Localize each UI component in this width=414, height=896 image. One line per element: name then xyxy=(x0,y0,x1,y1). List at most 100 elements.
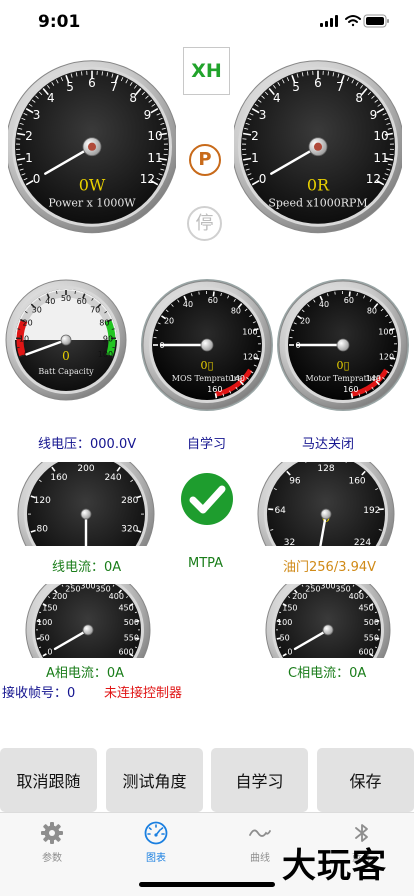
self-learn-status: 自学习 xyxy=(187,437,227,452)
gauge-tick-label: 12 xyxy=(140,172,155,186)
gauge-tick-label: 120 xyxy=(379,352,394,361)
gauge-hub xyxy=(320,508,332,520)
park-button[interactable]: P xyxy=(189,144,221,176)
gauge-caption: Motor Temprature xyxy=(305,374,380,383)
gauge-tick-label: 500 xyxy=(364,618,379,627)
cancel-follow-button[interactable]: 取消跟随 xyxy=(0,748,97,812)
gauge-tick-label: 150 xyxy=(282,604,297,613)
gauge-tick-label: 320 xyxy=(121,524,138,534)
gauge-tick-label: 30 xyxy=(32,306,42,315)
gauge-tick-label: 100 xyxy=(378,327,393,336)
gauge-tick-label: 11 xyxy=(373,151,388,165)
gauge-hub xyxy=(80,508,92,520)
gauge-tick-label: 100 xyxy=(98,350,113,359)
gauge-tick-label: 160 xyxy=(50,473,67,483)
gauge-tick-label: 90 xyxy=(103,334,113,343)
gauge-tick-label: 400 xyxy=(349,592,364,601)
power-gauge: 0 1 2 3 4 5 6 7 8 9 10 11 12 0W Power x 1000W xyxy=(8,46,176,236)
tab-parameters[interactable]: 参数 xyxy=(0,813,104,873)
tab-charts[interactable]: 图表 xyxy=(104,813,208,873)
status-bar: 9:01 xyxy=(0,0,414,44)
gauge-tick-label: 600 xyxy=(358,648,373,657)
watermark: 大玩客 xyxy=(282,846,387,886)
gauge-tick-label: 8 xyxy=(129,91,137,105)
test-angle-button[interactable]: 测试角度 xyxy=(106,748,203,812)
gauge-tick-label: 32 xyxy=(284,538,295,546)
gauge-tick-label: 0 xyxy=(259,172,267,186)
action-bar: 取消跟随 测试角度 自学习 保存 xyxy=(0,748,414,812)
gauge-tick-label: 60 xyxy=(344,296,354,305)
mode-label: MTPA xyxy=(188,556,224,571)
gauge-tick-label: 500 xyxy=(124,618,139,627)
check-icon xyxy=(181,473,233,525)
stop-button[interactable]: 停 xyxy=(187,206,222,241)
gauge-tick-label: 450 xyxy=(118,604,133,613)
gauge-value: 0W xyxy=(79,176,106,195)
gauge-tick-label: 80 xyxy=(99,319,109,328)
gauge-tick-label: 70 xyxy=(90,306,100,315)
gauge-tick-label: 10 xyxy=(147,129,162,143)
gauge-tick-label: 3 xyxy=(33,108,41,122)
gauge-tick-label: 280 xyxy=(121,496,138,506)
gauge-tick-label: 11 xyxy=(147,151,162,165)
gauge-tick-label: 20 xyxy=(300,317,310,326)
gauge-tick-label: 128 xyxy=(317,464,334,474)
gauge-tick-label: 100 xyxy=(242,327,257,336)
gauge-tick-label: 2 xyxy=(25,129,33,143)
gauge-value: 0R xyxy=(307,176,330,195)
wave-icon xyxy=(249,829,271,837)
gauge-tick-label: 60 xyxy=(77,297,87,306)
brand-logo: XH xyxy=(183,47,230,95)
gauge-tick-label: 2 xyxy=(251,129,259,143)
gauge-tick-label: 224 xyxy=(354,538,371,546)
gauge-value: 0▯ xyxy=(200,359,213,372)
frame-count-label: 接收帧号：0 xyxy=(2,686,76,701)
gauge-hub xyxy=(336,338,350,352)
gauge-tick-label: 50 xyxy=(61,294,71,303)
save-button[interactable]: 保存 xyxy=(317,748,414,812)
tab-label: 参数 xyxy=(42,853,62,864)
gauge-tick-label: 120 xyxy=(34,496,51,506)
gauge-tick-label: 20 xyxy=(164,317,174,326)
gauge-tick-label: 80 xyxy=(367,306,377,315)
gauge-tick-label: 5 xyxy=(292,80,300,94)
line-voltage-label: 线电压：000.0V xyxy=(38,437,137,452)
gauge-tick-label: 300 xyxy=(320,584,335,591)
gauge-tick-label: 6 xyxy=(88,76,96,90)
gauge-tick-label: 192 xyxy=(363,506,380,516)
gauge-tick-label: 160 xyxy=(343,385,358,394)
gauge-tick-label: 7 xyxy=(336,80,344,94)
gauge-tick-label: 300 xyxy=(80,584,95,591)
gauge-tick-label: 1 xyxy=(251,151,259,165)
gauge-tick-label: 50 xyxy=(40,633,50,642)
gauge-tick-label: 10 xyxy=(373,129,388,143)
tab-label: 图表 xyxy=(146,853,166,864)
gauge-tick-label: 450 xyxy=(358,604,373,613)
dashboard-icon xyxy=(144,821,168,845)
line-voltage-gauge: 04080120160200240280320360400 xyxy=(16,462,156,546)
phase-a-current-label: A相电流：0A xyxy=(46,666,125,681)
gauge-tick-label: 250 xyxy=(305,584,320,593)
gauge-tick-label: 0 xyxy=(33,172,41,186)
gauge-tick-label: 4 xyxy=(47,91,55,105)
battery-icon xyxy=(363,14,389,28)
gauge-tick-label: 80 xyxy=(231,306,241,315)
self-learn-button[interactable]: 自学习 xyxy=(211,748,308,812)
gauge-tick-label: 100 xyxy=(37,618,52,627)
motor-status: 马达关闭 xyxy=(302,437,355,452)
gauge-tick-label: 550 xyxy=(124,633,139,642)
line-current-label: 线电流：0A xyxy=(52,560,122,575)
gauge-tick-label: 40 xyxy=(319,300,329,309)
gauge-tick-label: 160 xyxy=(207,385,222,394)
status-icons xyxy=(320,14,389,28)
motor-temperature-gauge: 0204060801001201401600▯Motor Temprature xyxy=(276,278,410,412)
gauge-value: 0▯ xyxy=(336,359,349,372)
throttle-label: 油门256/3.94V xyxy=(283,560,377,575)
gauge-hub xyxy=(82,624,94,636)
gauge-tick-label: 200 xyxy=(77,464,94,474)
gauge-value: 0 xyxy=(62,349,70,363)
gauge-hub xyxy=(200,338,214,352)
gauge-tick-label: 5 xyxy=(66,80,74,94)
gauge-tick-label: 400 xyxy=(109,592,124,601)
phase-a-current-gauge: 0 50 100 150 200 250 300 350 400 450 500 550 600 xyxy=(24,584,152,658)
